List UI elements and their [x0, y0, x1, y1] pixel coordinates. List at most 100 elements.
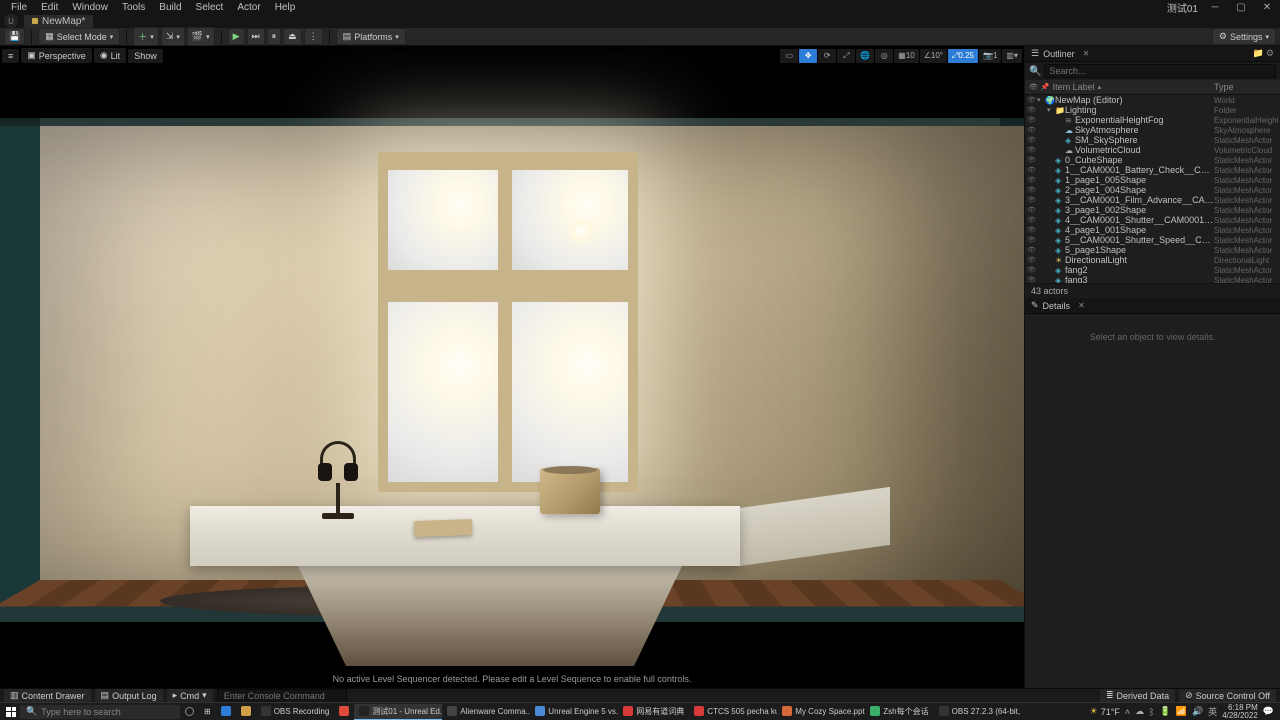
outliner-row[interactable]: 👁▾🌍NewMap (Editor)World — [1025, 95, 1280, 105]
play-button[interactable]: ▶ — [228, 28, 245, 45]
viewport-options-button[interactable]: ≡ — [2, 49, 19, 63]
outliner-row[interactable]: 👁 ◈2_page1_004ShapeStaticMeshActor — [1025, 185, 1280, 195]
cortana-button[interactable] — [180, 704, 199, 720]
outliner-row[interactable]: 👁 ≋ExponentialHeightFogExponentialHeight… — [1025, 115, 1280, 125]
coord-space-toggle[interactable]: 🌐 — [856, 49, 874, 63]
level-tab[interactable]: NewMap* — [24, 15, 93, 28]
outliner-row[interactable]: 👁 ◈4__CAM0001_Shutter__CAM0001_Textures_… — [1025, 215, 1280, 225]
expand-toggle[interactable]: ▾ — [1037, 96, 1045, 104]
perspective-dropdown[interactable]: ▣Perspective — [21, 48, 92, 63]
outliner-row[interactable]: 👁 ◈SM_SkySphereStaticMeshActor — [1025, 135, 1280, 145]
show-dropdown[interactable]: Show — [128, 49, 163, 63]
output-log-button[interactable]: ▤Output Log — [95, 689, 163, 702]
source-control-button[interactable]: ⊘Source Control Off — [1179, 689, 1276, 702]
outliner-tab[interactable]: ☰ Outliner ✕ 📁 ⚙ — [1025, 46, 1280, 62]
menu-edit[interactable]: Edit — [34, 2, 65, 13]
taskbar-app[interactable] — [216, 704, 236, 720]
type-header[interactable]: Type — [1214, 82, 1276, 92]
taskbar-app[interactable] — [334, 704, 354, 720]
notifications-icon[interactable]: 💬 — [1263, 706, 1274, 717]
taskbar-app[interactable]: OBS Recording — [256, 704, 335, 720]
play-options-button[interactable]: ⋮ — [304, 28, 323, 45]
pause-button[interactable]: ⏸ — [267, 28, 282, 45]
taskbar-app[interactable]: 测试01 - Unreal Ed... — [354, 704, 442, 720]
menu-help[interactable]: Help — [268, 2, 303, 13]
outliner-row[interactable]: 👁 ◈4_page1_001ShapeStaticMeshActor — [1025, 225, 1280, 235]
scene-render[interactable] — [0, 46, 1024, 688]
outliner-row[interactable]: 👁 ◈5__CAM0001_Shutter_Speed__CAM0001_Tex… — [1025, 235, 1280, 245]
bluetooth-icon[interactable]: ᛒ — [1149, 707, 1154, 717]
save-button[interactable]: 💾 — [4, 28, 25, 45]
add-content-button[interactable]: ＋▾ — [133, 27, 159, 46]
console-command-input[interactable] — [217, 689, 347, 703]
scale-tool[interactable]: ⤢ — [837, 49, 855, 63]
weather-widget[interactable]: ☀71°F — [1090, 706, 1120, 717]
expand-toggle[interactable]: ▾ — [1047, 106, 1055, 114]
scale-snap-toggle[interactable]: ⤢ 0.25 — [948, 49, 978, 63]
outliner-row[interactable]: 👁 ◈3_page1_002ShapeStaticMeshActor — [1025, 205, 1280, 215]
volume-icon[interactable]: 🔊 — [1192, 706, 1203, 717]
outliner-row[interactable]: 👁 ◈5_page1ShapeStaticMeshActor — [1025, 245, 1280, 255]
cinematics-button[interactable]: 🎬▾ — [187, 27, 215, 46]
stop-button[interactable]: ⏏ — [283, 28, 302, 45]
taskbar-app[interactable]: CTCS 505 pecha ku... — [689, 704, 777, 720]
outliner-row[interactable]: 👁 ◈0_CubeShapeStaticMeshActor — [1025, 155, 1280, 165]
visibility-toggle[interactable]: 👁 — [1027, 276, 1037, 283]
onedrive-icon[interactable]: ☁ — [1135, 706, 1144, 717]
outliner-row[interactable]: 👁 ◈1__CAM0001_Battery_Check__CAM0001_Tex… — [1025, 165, 1280, 175]
item-label-header[interactable]: Item Label — [1053, 82, 1095, 92]
menu-window[interactable]: Window — [65, 2, 115, 13]
add-folder-icon[interactable]: 📁 — [1253, 48, 1264, 59]
tray-chevron-icon[interactable]: ˄ — [1125, 707, 1130, 717]
content-drawer-button[interactable]: ▥Content Drawer — [4, 689, 91, 702]
start-button[interactable] — [2, 704, 20, 720]
translate-tool[interactable]: ✥ — [799, 49, 817, 63]
outliner-tree[interactable]: 👁▾🌍NewMap (Editor)World👁▾📁LightingFolder… — [1025, 95, 1280, 283]
platforms-dropdown[interactable]: ▤ Platforms ▾ — [336, 28, 406, 45]
menu-tools[interactable]: Tools — [115, 2, 152, 13]
editor-mode-dropdown[interactable]: ▦ Select Mode ▾ — [38, 28, 120, 45]
battery-icon[interactable]: 🔋 — [1160, 706, 1171, 717]
close-tab-icon[interactable]: ✕ — [1083, 49, 1090, 58]
outliner-settings-icon[interactable]: ⚙ — [1266, 48, 1274, 59]
angle-snap-toggle[interactable]: ∠ 10° — [920, 49, 947, 63]
maximize-button[interactable]: ▢ — [1232, 1, 1250, 13]
visibility-toggle[interactable]: 👁 — [1027, 126, 1037, 134]
wifi-icon[interactable]: 📶 — [1176, 706, 1187, 717]
derived-data-button[interactable]: ≣Derived Data — [1100, 689, 1175, 702]
task-view-button[interactable]: ⊞ — [199, 704, 216, 720]
level-viewport[interactable]: ≡ ▣Perspective ◉Lit Show ▭ ✥ ⟳ ⤢ 🌐 ◎ ▦ 1… — [0, 46, 1024, 688]
marketplace-button[interactable]: ⇲▾ — [161, 27, 185, 46]
outliner-row[interactable]: 👁 ☁SkyAtmosphereSkyAtmosphere — [1025, 125, 1280, 135]
grid-snap-toggle[interactable]: ▦ 10 — [894, 49, 918, 63]
visibility-toggle[interactable]: 👁 — [1027, 156, 1037, 164]
visibility-toggle[interactable]: 👁 — [1027, 116, 1037, 124]
camera-speed[interactable]: 📷 1 — [979, 49, 1001, 63]
taskbar-app[interactable]: Zsh每个会话 — [865, 704, 933, 720]
visibility-toggle[interactable]: 👁 — [1027, 146, 1037, 154]
viewport-layout-button[interactable]: ▥▾ — [1002, 49, 1022, 63]
menu-select[interactable]: Select — [189, 2, 231, 13]
visibility-toggle[interactable]: 👁 — [1027, 136, 1037, 144]
skip-button[interactable]: ⏭ — [247, 28, 265, 45]
outliner-row[interactable]: 👁 ◈fang2StaticMeshActor — [1025, 265, 1280, 275]
menu-build[interactable]: Build — [152, 2, 188, 13]
visibility-toggle[interactable]: 👁 — [1027, 96, 1037, 104]
cmd-dropdown[interactable]: ▸Cmd▾ — [167, 689, 213, 702]
menu-file[interactable]: File — [4, 2, 34, 13]
visibility-toggle[interactable]: 👁 — [1027, 226, 1037, 234]
close-button[interactable]: ✕ — [1258, 1, 1276, 13]
taskbar-app[interactable]: My Cozy Space.ppt... — [777, 704, 865, 720]
taskbar-app[interactable]: Unreal Engine 5 vs... — [530, 704, 618, 720]
taskbar-search[interactable]: 🔍 Type here to search — [20, 705, 180, 719]
visibility-toggle[interactable]: 👁 — [1027, 206, 1037, 214]
visibility-toggle[interactable]: 👁 — [1027, 266, 1037, 274]
pin-column-icon[interactable]: 📌 — [1041, 83, 1050, 91]
taskbar-app[interactable] — [236, 704, 256, 720]
close-tab-icon[interactable]: ✕ — [1078, 301, 1085, 310]
rotate-tool[interactable]: ⟳ — [818, 49, 836, 63]
minimize-button[interactable]: ─ — [1206, 1, 1224, 13]
taskbar-app[interactable]: Alienware Comma... — [442, 704, 530, 720]
select-tool[interactable]: ▭ — [780, 49, 798, 63]
outliner-row[interactable]: 👁 ◈3__CAM0001_Film_Advance__CAM0001_Text… — [1025, 195, 1280, 205]
